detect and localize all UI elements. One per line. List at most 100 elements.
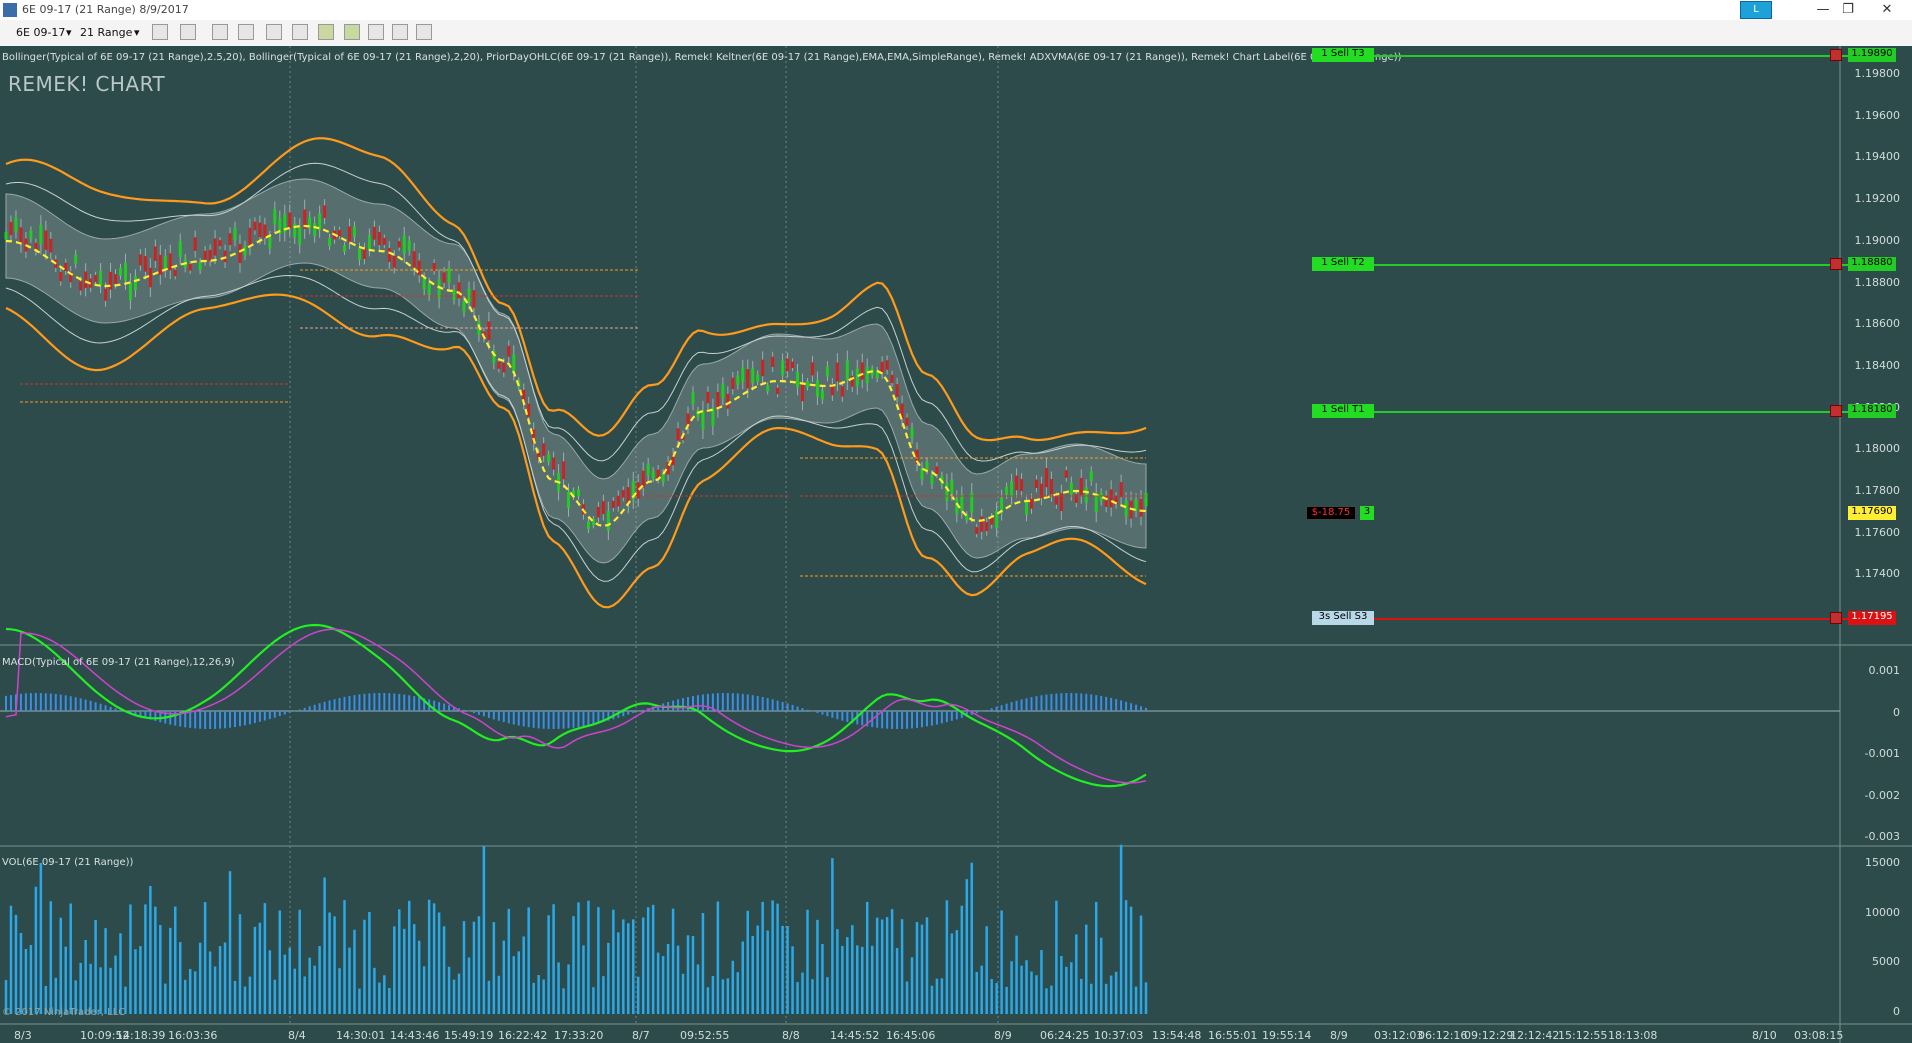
close-button[interactable]: ✕ bbox=[1864, 0, 1910, 20]
zoom-icon[interactable] bbox=[292, 24, 308, 40]
candle-body bbox=[721, 384, 725, 399]
candle-body bbox=[59, 271, 63, 282]
window-icon[interactable] bbox=[416, 24, 432, 40]
chart-canvas[interactable] bbox=[0, 46, 1912, 1043]
candle-body bbox=[422, 278, 426, 290]
order-label[interactable]: 1 Sell T2 bbox=[1312, 257, 1374, 271]
candle-body bbox=[845, 360, 849, 381]
bar-type-icon[interactable] bbox=[152, 24, 168, 40]
candle-body bbox=[248, 227, 252, 247]
candle-body bbox=[223, 250, 227, 263]
order-label[interactable]: 1 Sell T1 bbox=[1312, 404, 1374, 418]
candle-body bbox=[29, 230, 33, 239]
indicator-list: Bollinger(Typical of 6E 09-17 (21 Range)… bbox=[2, 52, 1402, 63]
candle-body bbox=[233, 227, 237, 241]
strategy-icon[interactable] bbox=[344, 24, 360, 40]
position-quantity[interactable]: 3 bbox=[1360, 506, 1374, 520]
candle-body bbox=[930, 474, 934, 485]
candle-body bbox=[218, 240, 222, 247]
cancel-order-icon[interactable] bbox=[1830, 405, 1842, 417]
chart-trader-icon[interactable] bbox=[318, 24, 334, 40]
draw-tool-icon[interactable] bbox=[212, 24, 228, 40]
cancel-order-icon[interactable] bbox=[1830, 49, 1842, 61]
candle-body bbox=[576, 489, 580, 497]
candle-body bbox=[562, 461, 566, 480]
order-line[interactable] bbox=[1316, 618, 1848, 620]
cancel-order-icon[interactable] bbox=[1830, 258, 1842, 270]
candle-body bbox=[402, 235, 406, 254]
candle-body bbox=[910, 427, 914, 439]
interval-selector[interactable]: 21 Range bbox=[80, 24, 132, 42]
order-line[interactable] bbox=[1316, 411, 1848, 413]
account-badge-button[interactable]: L bbox=[1740, 1, 1772, 19]
candle-body bbox=[168, 253, 172, 271]
candle-body bbox=[880, 361, 884, 374]
candle-body bbox=[1049, 479, 1053, 495]
candle-body bbox=[781, 360, 785, 376]
candle-body bbox=[9, 222, 13, 236]
candle-body bbox=[596, 506, 600, 518]
candle-body bbox=[128, 282, 132, 301]
candle-body bbox=[74, 254, 78, 264]
price-axis-label: 1.18000 bbox=[1854, 442, 1901, 456]
candle-body bbox=[188, 264, 192, 271]
chart-toolbar: 6E 09-17 ▾ 21 Range ▾ bbox=[0, 20, 1912, 47]
candle-body bbox=[133, 276, 137, 291]
order-line[interactable] bbox=[1316, 264, 1848, 266]
candle-body bbox=[417, 260, 421, 276]
price-axis-label: 1.19400 bbox=[1854, 150, 1901, 164]
time-axis-label: 09:12:29 bbox=[1464, 1029, 1514, 1042]
candle-body bbox=[4, 231, 8, 240]
candle-body bbox=[263, 224, 267, 239]
candle-body bbox=[138, 254, 142, 266]
candle-body bbox=[338, 229, 342, 237]
candle-body bbox=[238, 244, 242, 264]
properties-icon[interactable] bbox=[392, 24, 408, 40]
candle-body bbox=[352, 226, 356, 237]
candle-body bbox=[123, 262, 127, 281]
pencil-icon[interactable] bbox=[180, 24, 196, 40]
time-axis-label: 17:33:20 bbox=[554, 1029, 604, 1042]
candle-body bbox=[347, 226, 351, 242]
candle-body bbox=[701, 410, 705, 430]
instrument-selector[interactable]: 6E 09-17 bbox=[16, 24, 65, 42]
candle-body bbox=[1064, 470, 1068, 478]
time-axis-label: 16:22:42 bbox=[498, 1029, 548, 1042]
time-axis-label: 15:12:55 bbox=[1558, 1029, 1608, 1042]
time-axis-label: 18:13:08 bbox=[1608, 1029, 1658, 1042]
candle-body bbox=[382, 237, 386, 245]
candle-body bbox=[1109, 489, 1113, 508]
candle-body bbox=[985, 522, 989, 532]
candle-body bbox=[467, 288, 471, 303]
candle-body bbox=[527, 403, 531, 417]
price-axis-label: 1.17400 bbox=[1854, 567, 1901, 581]
candle-body bbox=[1020, 479, 1024, 492]
candle-body bbox=[815, 379, 819, 397]
macd-axis-label: -0.001 bbox=[1864, 747, 1900, 761]
indicators-icon[interactable] bbox=[368, 24, 384, 40]
candle-body bbox=[741, 367, 745, 382]
time-axis-label: 8/3 bbox=[14, 1029, 32, 1042]
cursor-icon[interactable] bbox=[266, 24, 282, 40]
candle-body bbox=[567, 491, 571, 509]
time-axis-label: 03:12:03 bbox=[1374, 1029, 1424, 1042]
time-axis-label: 14:43:46 bbox=[390, 1029, 440, 1042]
instrument-chevron-down-icon[interactable]: ▾ bbox=[66, 24, 72, 42]
app-icon bbox=[3, 3, 17, 17]
macd-line bbox=[5, 623, 1147, 788]
vol-axis-label: 10000 bbox=[1865, 905, 1900, 919]
remove-draw-icon[interactable] bbox=[238, 24, 254, 40]
bollinger-inner-upper bbox=[5, 162, 1147, 462]
price-axis-label: 1.18600 bbox=[1854, 317, 1901, 331]
order-line[interactable] bbox=[1316, 55, 1848, 57]
candle-body bbox=[796, 371, 800, 388]
candle-body bbox=[412, 251, 416, 268]
candle-body bbox=[323, 205, 327, 218]
interval-chevron-down-icon[interactable]: ▾ bbox=[134, 24, 140, 42]
candle-body bbox=[746, 369, 750, 389]
candle-body bbox=[855, 368, 859, 386]
cancel-order-icon[interactable] bbox=[1830, 612, 1842, 624]
order-label[interactable]: 3s Sell S3 bbox=[1312, 611, 1374, 625]
candle-body bbox=[39, 224, 43, 245]
order-label[interactable]: 1 Sell T3 bbox=[1312, 48, 1374, 62]
